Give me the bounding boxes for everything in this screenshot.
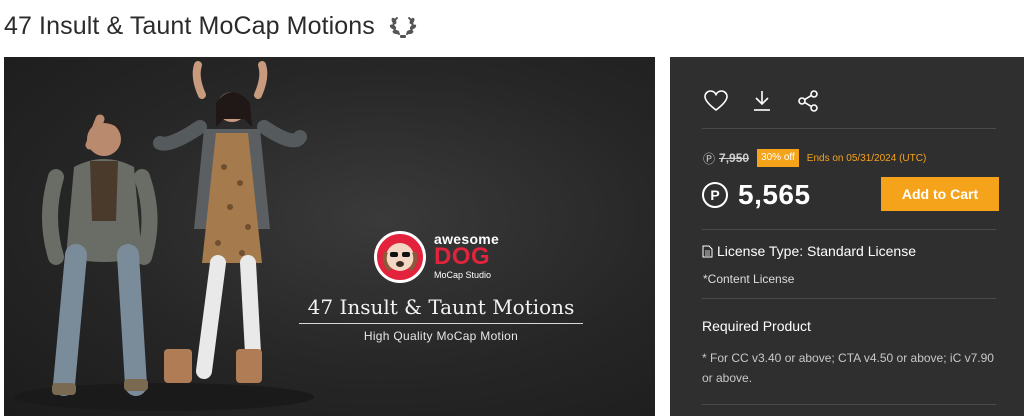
purchase-panel: Ⓟ 7,950 30% off Ends on 05/31/2024 (UTC)… <box>670 57 1024 416</box>
divider <box>702 128 996 129</box>
current-price: 5,565 <box>738 179 811 210</box>
license-type-label: License Type: Standard License <box>717 243 916 259</box>
page-header: 47 Insult & Taunt MoCap Motions <box>4 8 419 44</box>
hero-product-title: 47 Insult & Taunt Motions <box>299 295 583 324</box>
male-figure <box>42 114 158 396</box>
share-button[interactable] <box>794 87 822 115</box>
laurel-icon <box>387 12 419 40</box>
price-row: P 5,565 <box>702 179 811 211</box>
heart-icon <box>704 90 728 112</box>
document-icon <box>702 245 713 257</box>
required-product-text: * For CC v3.40 or above; CTA v4.50 or ab… <box>702 351 994 385</box>
sale-end-date: Ends on 05/31/2024 (UTC) <box>806 152 927 164</box>
download-button[interactable] <box>748 87 776 115</box>
add-to-cart-button[interactable]: Add to Cart <box>881 177 999 211</box>
product-hero-image: awesome DOG MoCap Studio 47 Insult & Tau… <box>4 57 655 416</box>
discount-badge: 30% off <box>757 149 799 167</box>
content-license-link[interactable]: *Content License <box>703 272 794 286</box>
original-price: 7,950 <box>719 151 750 165</box>
female-figure <box>153 61 307 383</box>
divider <box>702 298 996 299</box>
required-product-title: Required Product <box>702 318 811 334</box>
point-icon-small: Ⓟ <box>703 151 716 166</box>
wishlist-button[interactable] <box>702 87 730 115</box>
logo-text-studio: MoCap Studio <box>434 270 492 280</box>
license-type: License Type: Standard License <box>702 243 916 259</box>
action-bar <box>702 87 822 115</box>
awesome-dog-logo <box>374 231 426 283</box>
point-currency-icon: P <box>702 182 728 208</box>
share-icon <box>798 90 818 112</box>
mocap-figures-illustration <box>14 61 314 411</box>
logo-text-dog: DOG <box>434 243 491 270</box>
download-icon <box>754 91 770 111</box>
page-title: 47 Insult & Taunt MoCap Motions <box>4 11 375 40</box>
hero-subtitle: High Quality MoCap Motion <box>363 329 519 343</box>
divider <box>702 404 996 405</box>
discount-row: Ⓟ 7,950 30% off Ends on 05/31/2024 (UTC) <box>703 149 926 167</box>
divider <box>702 229 996 230</box>
